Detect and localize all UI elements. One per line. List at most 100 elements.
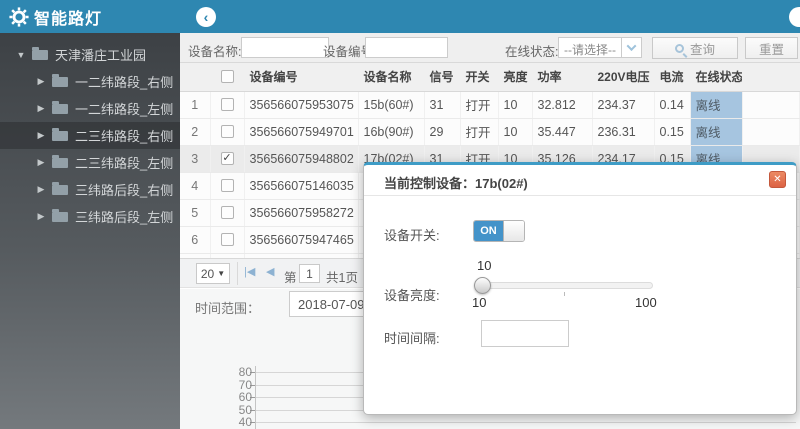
brand: 智能路灯 [0, 0, 180, 33]
filler-cell [742, 91, 800, 119]
device-id-cell: 356566075146035 [244, 172, 359, 200]
device-control-dialog: 当前控制设备：17b(02#) ✕ 设备开关: ON 10 设备亮度: 10 1… [363, 162, 797, 415]
sidebar-root-node[interactable]: ▼ 天津潘庄工业园 [0, 41, 180, 68]
folder-icon [52, 208, 68, 222]
sidebar-item[interactable]: ▶ 一二纬路段_右侧 [0, 68, 180, 95]
power-cell: 35.447 [532, 118, 593, 146]
caret-right-icon[interactable]: ▶ [36, 211, 46, 222]
row-checkbox[interactable] [220, 206, 234, 219]
column-header: 开关 [460, 63, 499, 92]
page-size-select[interactable]: 20 ▼ [196, 263, 230, 284]
device-name-cell: 15b(60#) [358, 91, 425, 119]
sidebar-item-label: 一二纬路段_右侧 [75, 75, 174, 90]
folder-icon [52, 181, 68, 195]
row-checkbox[interactable] [220, 98, 234, 111]
voltage-cell: 236.31 [592, 118, 655, 146]
time-range-label: 时间范围： [195, 301, 261, 316]
folder-icon [52, 100, 68, 114]
row-number-cell: 4 [180, 172, 211, 200]
query-button[interactable]: 查询 [652, 37, 738, 59]
sidebar-item[interactable]: ▶ 三纬路后段_右侧 [0, 176, 180, 203]
select-all-checkbox[interactable] [220, 70, 234, 84]
device-name-input[interactable] [241, 37, 329, 58]
slider-max-label: 100 [635, 295, 657, 310]
reset-button-label: 重置 [758, 42, 784, 57]
online-status-select[interactable]: --请选择-- [558, 37, 642, 58]
grid-line [256, 422, 796, 423]
page-number-input[interactable] [299, 264, 320, 283]
interval-input[interactable] [481, 320, 569, 347]
slider-min-label: 10 [472, 295, 487, 310]
axis-tick [250, 397, 255, 398]
collapse-sidebar-button[interactable]: ‹ [196, 7, 216, 27]
caret-down-icon[interactable]: ▼ [16, 50, 26, 60]
device-id-cell: 356566075953075 [244, 91, 359, 119]
caret-right-icon[interactable]: ▶ [36, 76, 46, 87]
caret-down-icon: ▼ [217, 269, 226, 278]
chevron-down-icon [621, 38, 641, 57]
row-number-cell: 3 [180, 145, 211, 173]
sidebar-item[interactable]: ▶ 二三纬路段_左侧 [0, 149, 180, 176]
axis-tick [250, 422, 255, 423]
sidebar-item[interactable]: ▶ 一二纬路段_左侧 [0, 95, 180, 122]
row-checkbox[interactable] [220, 233, 234, 246]
topbar: 智能路灯 ‹ [0, 0, 800, 33]
caret-right-icon[interactable]: ▶ [36, 157, 46, 168]
row-checkbox[interactable] [220, 125, 234, 138]
row-checkbox[interactable] [220, 152, 234, 165]
online-status-value: --请选择-- [564, 43, 616, 57]
brightness-cell: 10 [498, 118, 533, 146]
first-page-icon[interactable]: |◀ [244, 267, 255, 278]
divider [237, 262, 238, 285]
device-id-cell: 356566075949701 [244, 118, 359, 146]
app-title: 智能路灯 [34, 10, 103, 28]
page-size-value: 20 [200, 266, 215, 281]
y-tick-label: 50 [238, 403, 252, 417]
y-tick-label: 40 [238, 415, 252, 429]
app-window: 智能路灯 ‹ ▼ 天津潘庄工业园 ▶ 一二纬路段_右侧 ▶ 一二纬路段_左侧 ▶ 二三纬路… [0, 0, 800, 429]
brightness-slider-handle[interactable] [474, 277, 491, 294]
caret-right-icon[interactable]: ▶ [36, 103, 46, 114]
dialog-title: 当前控制设备：17b(02#) [384, 176, 528, 191]
folder-icon [52, 127, 68, 141]
device-switch-toggle[interactable]: ON [473, 220, 525, 242]
row-number-cell: 5 [180, 199, 211, 227]
search-icon [674, 43, 684, 53]
checkbox-cell [210, 145, 245, 173]
close-icon[interactable]: ✕ [769, 171, 786, 188]
sidebar-item[interactable]: ▶ 三纬路后段_左侧 [0, 203, 180, 230]
online-status-cell: 离线 [690, 91, 743, 119]
sidebar-item-label: 一二纬路段_左侧 [75, 102, 174, 117]
nav-circle-button[interactable] [789, 7, 800, 27]
caret-right-icon[interactable]: ▶ [36, 130, 46, 141]
device-no-input[interactable] [365, 37, 448, 58]
row-number-cell: 6 [180, 226, 211, 254]
slider-mid-tick [564, 292, 565, 296]
checkbox-cell [210, 118, 245, 146]
axis-tick [250, 385, 255, 386]
device-id-cell: 356566075947465 [244, 226, 359, 254]
online-status-label: 在线状态: [505, 45, 559, 59]
column-header: 在线状态 [690, 63, 743, 92]
column-header: 亮度 [498, 63, 533, 92]
column-header: 功率 [532, 63, 593, 92]
axis-tick [250, 410, 255, 411]
prev-page-icon[interactable]: ◀ [266, 267, 274, 278]
caret-right-icon[interactable]: ▶ [36, 184, 46, 195]
brightness-cell: 10 [498, 91, 533, 119]
interval-label: 时间间隔: [384, 331, 440, 346]
column-header: 设备名称 [358, 63, 425, 92]
page-prefix-label: 第 [284, 271, 297, 285]
folder-icon [52, 73, 68, 87]
sidebar-item-label: 二三纬路段_右侧 [75, 129, 174, 144]
table-header-row: 设备编号 设备名称 信号 开关 亮度 功率 220V电压 电流 在线状态 [180, 63, 800, 92]
table-row[interactable]: 2 356566075949701 16b(90#) 29 打开 10 35.447 236.… [180, 118, 800, 146]
reset-button[interactable]: 重置 [745, 37, 798, 59]
row-checkbox[interactable] [220, 179, 234, 192]
signal-cell: 31 [424, 91, 461, 119]
sidebar-item[interactable]: ▶ 二三纬路段_右侧 [0, 122, 180, 149]
axis-tick [250, 372, 255, 373]
brightness-slider-track[interactable] [476, 282, 653, 289]
current-cell: 0.15 [654, 118, 691, 146]
table-row[interactable]: 1 356566075953075 15b(60#) 31 打开 10 32.812 234.… [180, 91, 800, 119]
